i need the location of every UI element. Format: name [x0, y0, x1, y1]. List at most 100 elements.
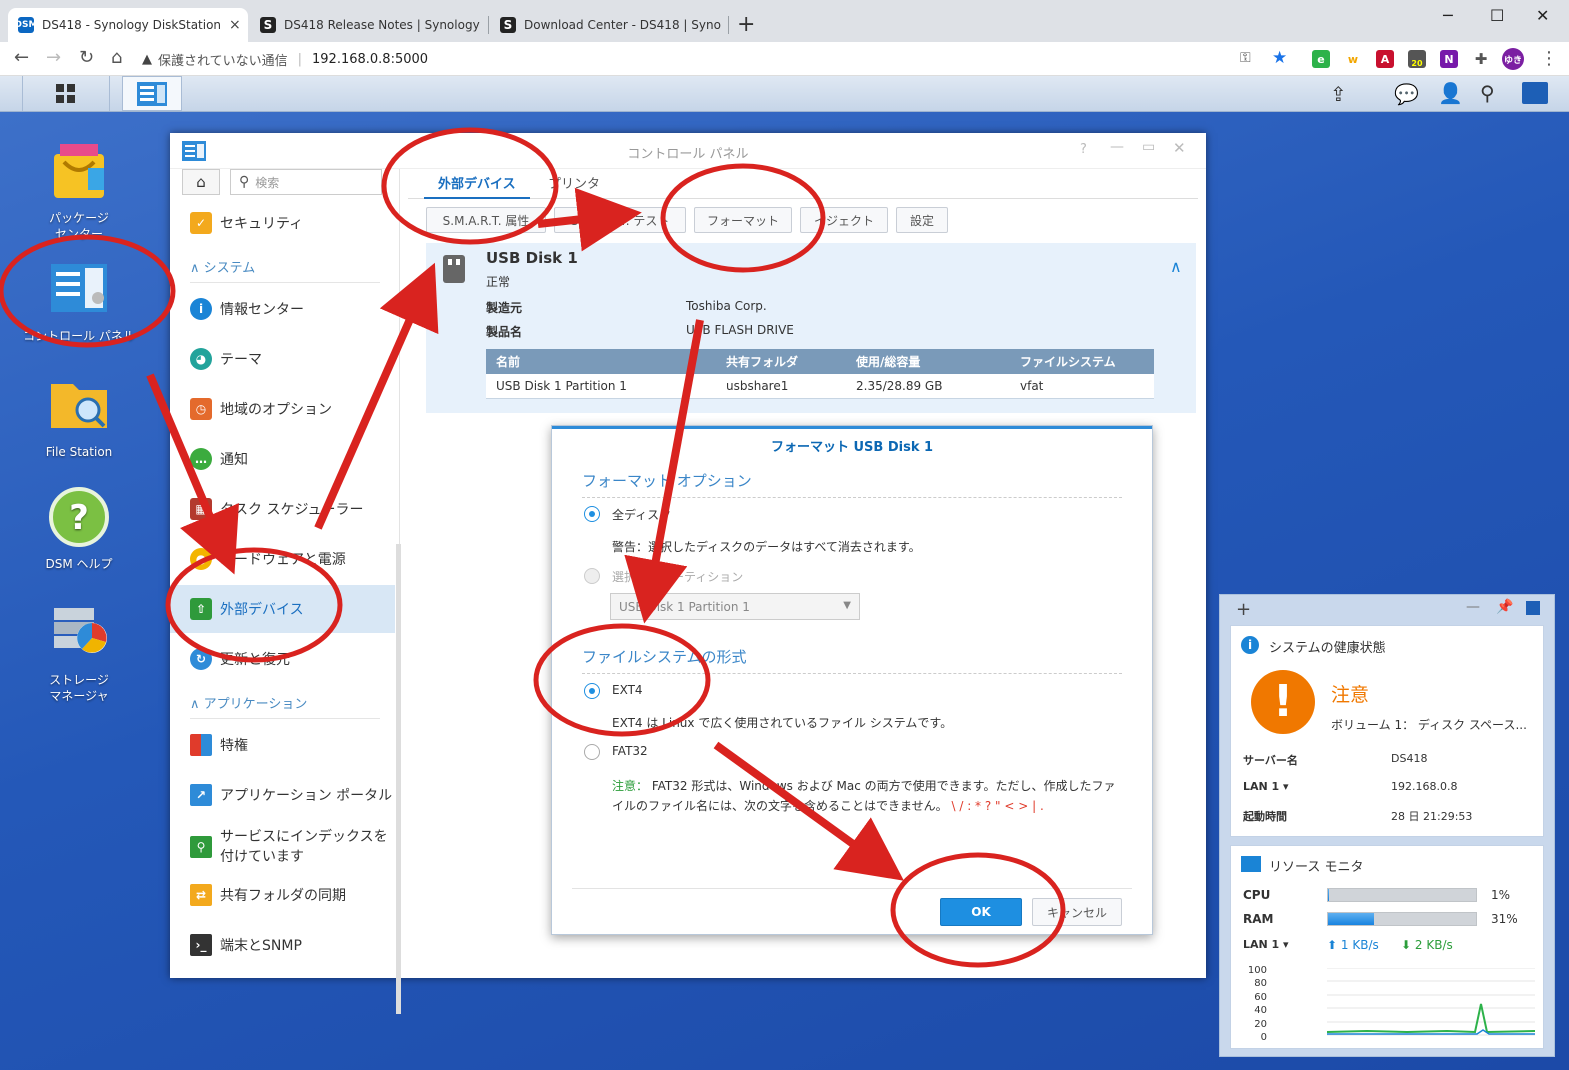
dsm-help-shortcut[interactable]: ? DSM ヘルプ — [19, 486, 139, 572]
w-extension-icon[interactable]: w — [1344, 50, 1362, 68]
sidebar-item-shared-folder-sync[interactable]: ⇄ 共有フォルダの同期 — [170, 871, 395, 919]
cancel-button[interactable]: キャンセル — [1032, 898, 1122, 926]
ext4-label[interactable]: EXT4 — [612, 683, 643, 697]
upload-queue-icon[interactable]: ⇪ — [1330, 82, 1347, 106]
sidebar-item-notification[interactable]: … 通知 — [170, 435, 395, 483]
usb-drive-icon — [443, 255, 465, 283]
address-bar[interactable]: ▲ 保護されていない通信 | 192.168.0.8:5000 — [142, 47, 1292, 71]
user-icon[interactable]: 👤 — [1438, 81, 1463, 105]
lan-select[interactable]: LAN 1 ▾ — [1243, 938, 1289, 951]
sidebar-item-regional[interactable]: ◷ 地域のオプション — [170, 385, 395, 433]
search-input[interactable]: ⚲ 検索 — [230, 169, 382, 195]
home-icon: ⌂ — [196, 173, 206, 191]
sidebar-item-indexing-service[interactable]: ⚲ サービスにインデックスを付けています — [170, 819, 395, 875]
help-icon[interactable]: ? — [1080, 142, 1087, 157]
sidebar-item-update-restore[interactable]: ↻ 更新と復元 — [170, 635, 395, 683]
sidebar-item-terminal-snmp[interactable]: ›_ 端末とSNMP — [170, 921, 395, 969]
home-button[interactable]: ⌂ — [182, 169, 220, 195]
fat32-radio[interactable] — [584, 744, 600, 760]
pdf-extension-icon[interactable]: A — [1376, 50, 1394, 68]
sidebar-item-hardware-power[interactable]: ● ハードウェアと電源 — [170, 535, 395, 583]
tab-title: DS418 Release Notes | Synology — [284, 18, 480, 32]
tab-printer[interactable]: プリンタ — [534, 169, 614, 199]
collapse-chevron-icon[interactable]: ∧ — [1170, 257, 1182, 276]
maximize-window-icon[interactable]: ☐ — [1490, 6, 1504, 25]
tab-external-devices[interactable]: 外部デバイス — [424, 169, 530, 199]
cpu-bar-fill — [1328, 889, 1330, 901]
close-tab-icon[interactable]: × — [221, 17, 241, 33]
close-window-icon[interactable]: ✕ — [1536, 6, 1549, 25]
extensions-puzzle-icon[interactable]: ✚ — [1472, 50, 1490, 68]
minimize-window-icon[interactable]: ─ — [1443, 6, 1453, 25]
close-tab-icon[interactable]: × — [721, 17, 726, 33]
search-placeholder: 検索 — [255, 175, 280, 190]
evernote-extension-icon[interactable]: e — [1312, 50, 1330, 68]
section-header-system[interactable]: ∧ システム — [190, 257, 380, 283]
key-icon[interactable]: ⚿ — [1240, 50, 1251, 66]
package-center-shortcut[interactable]: パッケージ センター — [19, 140, 139, 242]
sidebar-item-task-scheduler[interactable]: ▦ タスク スケジューラー — [170, 485, 395, 533]
fat32-label[interactable]: FAT32 — [612, 744, 648, 758]
file-station-shortcut[interactable]: File Station — [19, 374, 139, 460]
selected-partition-radio[interactable] — [584, 568, 600, 584]
uptime-label: 起動時間 — [1243, 810, 1287, 823]
add-widget-icon[interactable]: + — [1236, 599, 1251, 620]
y-tick-label: 20 — [1254, 1018, 1267, 1030]
sidebar-item-external-devices[interactable]: ⇧ 外部デバイス — [170, 585, 395, 633]
minimize-widgets-icon[interactable]: — — [1466, 599, 1480, 615]
reload-icon[interactable]: ↻ — [79, 47, 94, 68]
widgets-toggle-icon[interactable] — [1522, 82, 1548, 104]
window-titlebar[interactable]: コントロール パネル ? — ▭ ✕ — [170, 133, 1206, 169]
control-panel-shortcut[interactable]: コントロール パネル — [19, 258, 139, 344]
close-tab-icon[interactable]: × — [480, 17, 486, 33]
warning-icon[interactable]: ▲ — [142, 52, 152, 67]
sidebar-item-app-portal[interactable]: ↗ アプリケーション ポータル — [170, 771, 395, 819]
url-text[interactable]: 192.168.0.8:5000 — [312, 52, 428, 67]
browser-tab-release-notes[interactable]: S DS418 Release Notes | Synology × — [250, 8, 486, 42]
usb-device-panel[interactable]: USB Disk 1 正常 ∧ 製造元 Toshiba Corp. 製品名 US… — [426, 243, 1196, 413]
eject-button[interactable]: イジェクト — [800, 207, 888, 233]
notifications-chat-icon[interactable]: 💬 — [1394, 82, 1419, 106]
close-icon[interactable]: ✕ — [1173, 139, 1186, 157]
maximize-icon[interactable]: ▭ — [1142, 139, 1155, 155]
home-icon[interactable]: ⌂ — [111, 47, 122, 68]
forward-icon[interactable]: → — [46, 47, 61, 68]
partition-select[interactable]: USB Disk 1 Partition 1 ▼ — [610, 593, 860, 620]
extension-badge-icon[interactable]: 20 — [1408, 50, 1426, 68]
taskbar-control-panel-button[interactable] — [122, 76, 182, 111]
smart-test-button[interactable]: S.M.A.R.T. テスト — [554, 207, 686, 233]
storage-manager-shortcut[interactable]: ストレージ マネージャ — [19, 602, 139, 704]
minimize-icon[interactable]: — — [1110, 139, 1124, 155]
browser-tab-dsm[interactable]: DSM DS418 - Synology DiskStation × — [8, 8, 248, 42]
sidebar-item-theme[interactable]: ◕ テーマ — [170, 335, 395, 383]
search-icon[interactable]: ⚲ — [1480, 81, 1495, 105]
bookmark-star-icon[interactable]: ★ — [1272, 48, 1287, 68]
format-button[interactable]: フォーマット — [694, 207, 792, 233]
widget-toggle-icon[interactable] — [1526, 601, 1540, 615]
sidebar-item-security[interactable]: ✓ セキュリティ — [170, 199, 395, 247]
lan-select[interactable]: LAN 1 ▾ — [1243, 780, 1289, 793]
main-menu-button[interactable] — [22, 76, 110, 111]
ok-button[interactable]: OK — [940, 898, 1022, 926]
whole-disk-label[interactable]: 全ディスク — [612, 506, 671, 523]
whole-disk-radio[interactable] — [584, 506, 600, 522]
sidebar-scrollbar[interactable] — [396, 544, 401, 1014]
selected-partition-label[interactable]: 選択したパーティション — [612, 568, 743, 585]
monitor-pulse-icon — [1241, 856, 1261, 872]
back-icon[interactable]: ← — [14, 47, 29, 68]
y-tick-label: 100 — [1247, 965, 1267, 976]
smart-attributes-button[interactable]: S.M.A.R.T. 属性 — [426, 207, 546, 233]
table-row[interactable]: USB Disk 1 Partition 1 usbshare1 2.35/28… — [486, 374, 1154, 399]
sidebar-item-privileges[interactable]: 特権 — [170, 721, 395, 769]
new-tab-button[interactable]: + — [737, 12, 755, 37]
onenote-extension-icon[interactable]: N — [1440, 50, 1458, 68]
sidebar-item-info-center[interactable]: i 情報センター — [170, 285, 395, 333]
section-header-applications[interactable]: ∧ アプリケーション — [190, 693, 380, 719]
pin-icon[interactable]: 📌 — [1496, 599, 1513, 615]
ext4-radio[interactable] — [584, 683, 600, 699]
uptime-value: 28 日 21:29:53 — [1391, 810, 1473, 823]
settings-button[interactable]: 設定 — [896, 207, 948, 233]
menu-kebab-icon[interactable]: ⋮ — [1540, 48, 1558, 69]
browser-tab-download-center[interactable]: S Download Center - DS418 | Syno × — [490, 8, 726, 42]
profile-avatar[interactable]: ゆき — [1502, 48, 1524, 70]
